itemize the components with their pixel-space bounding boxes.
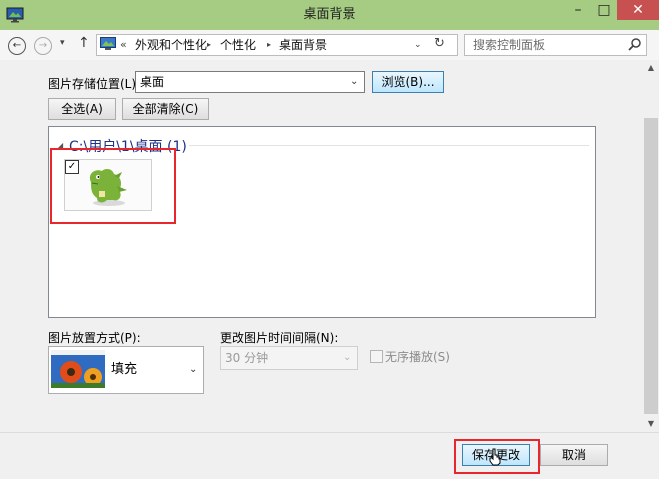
chevron-down-icon: ⌄ bbox=[350, 76, 359, 87]
select-all-button[interactable]: 全选(A) bbox=[48, 98, 116, 120]
picture-location-value: 桌面 bbox=[140, 75, 165, 89]
scroll-down-arrow-icon[interactable]: ▼ bbox=[643, 416, 659, 432]
picture-position-select[interactable]: 填充 ⌄ bbox=[48, 346, 204, 394]
highlight-box-thumbnail bbox=[50, 148, 176, 224]
picture-location-label: 图片存储位置(L): bbox=[48, 77, 141, 91]
close-button[interactable]: ✕ bbox=[617, 0, 659, 20]
chevron-down-icon: ⌄ bbox=[189, 364, 198, 375]
window-title: 桌面背景 bbox=[303, 7, 356, 22]
breadcrumb-personalization[interactable]: 个性化 bbox=[220, 36, 256, 54]
vertical-scrollbar[interactable]: ▲ ▼ bbox=[643, 60, 659, 432]
scroll-up-arrow-icon[interactable]: ▲ bbox=[643, 60, 659, 76]
minimize-button[interactable]: – bbox=[565, 0, 591, 22]
back-button[interactable]: ← bbox=[8, 37, 26, 55]
address-bar[interactable]: « 外观和个性化 ▸ 个性化 ▸ 桌面背景 ⌄ ↻ bbox=[96, 34, 458, 56]
search-placeholder: 搜索控制面板 bbox=[473, 38, 546, 52]
breadcrumb-desktop-background[interactable]: 桌面背景 bbox=[279, 36, 327, 54]
shuffle-label[interactable]: 无序播放(S) bbox=[385, 348, 450, 365]
clear-all-button[interactable]: 全部清除(C) bbox=[122, 98, 209, 120]
browse-button[interactable]: 浏览(B)... bbox=[372, 71, 444, 93]
chevron-down-icon: ⌄ bbox=[343, 352, 352, 363]
control-panel-icon bbox=[100, 37, 116, 50]
maximize-button[interactable]: □ bbox=[591, 0, 617, 22]
breadcrumb-appearance[interactable]: 外观和个性化 bbox=[135, 36, 207, 54]
breadcrumb-separator[interactable]: ▸ bbox=[267, 36, 271, 54]
picture-position-value: 填充 bbox=[111, 362, 138, 377]
breadcrumb-overflow[interactable]: « bbox=[120, 36, 127, 54]
refresh-icon[interactable]: ↻ bbox=[434, 35, 445, 53]
scrollbar-thumb[interactable] bbox=[644, 118, 658, 414]
group-divider bbox=[189, 145, 589, 146]
cancel-button[interactable]: 取消 bbox=[540, 444, 608, 466]
search-icon[interactable] bbox=[627, 37, 643, 53]
change-interval-label: 更改图片时间间隔(N): bbox=[220, 331, 339, 345]
mouse-cursor-icon bbox=[489, 448, 501, 466]
change-interval-value: 30 分钟 bbox=[225, 351, 269, 365]
up-button[interactable]: ↑ bbox=[78, 35, 90, 51]
picture-position-label: 图片放置方式(P): bbox=[48, 331, 141, 345]
breadcrumb-separator[interactable]: ▸ bbox=[207, 36, 211, 54]
change-interval-select[interactable]: 30 分钟 ⌄ bbox=[220, 346, 358, 370]
forward-button[interactable]: → bbox=[34, 37, 52, 55]
recent-locations-dropdown[interactable]: ▾ bbox=[60, 38, 65, 48]
fill-mode-preview-image bbox=[51, 350, 105, 388]
picture-location-select[interactable]: 桌面 ⌄ bbox=[135, 71, 365, 93]
search-field[interactable]: 搜索控制面板 bbox=[464, 34, 647, 56]
address-history-dropdown[interactable]: ⌄ bbox=[414, 36, 422, 54]
shuffle-checkbox[interactable] bbox=[370, 350, 383, 363]
